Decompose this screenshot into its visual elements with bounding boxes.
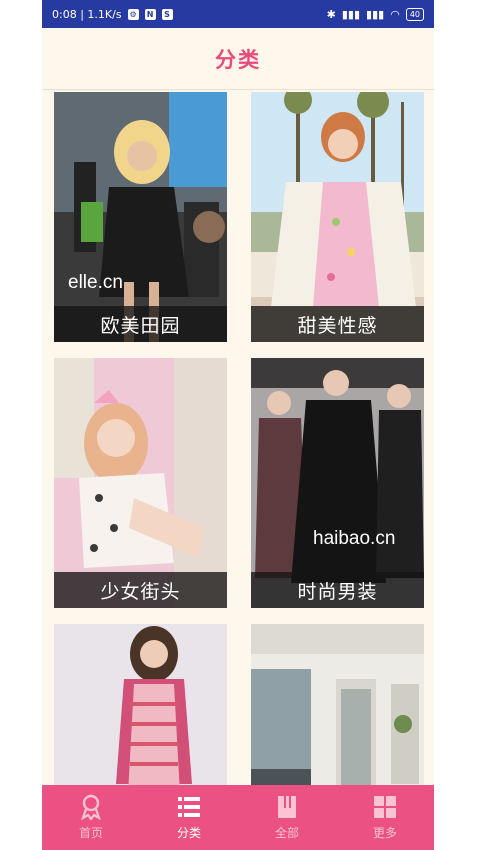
book-icon	[278, 796, 296, 818]
category-card-3[interactable]: 少女街头	[54, 358, 227, 608]
signal-icon: ▮▮▮	[341, 7, 361, 21]
svg-text:haibao.cn: haibao.cn	[313, 528, 395, 549]
signal-icon-2: ▮▮▮	[366, 7, 385, 21]
status-time: 0:08 | 1.1K/s	[52, 7, 122, 21]
app-frame: 0:08 | 1.1K/s ⚙ N S ✱ ▮▮▮ ▮▮▮ ◠ 40 分类 el…	[42, 0, 434, 850]
nav-more[interactable]: 更多	[345, 794, 425, 841]
category-card-4[interactable]: haibao.cn 时尚男装	[251, 358, 424, 608]
category-photo: haibao.cn	[251, 358, 424, 608]
nav-label: 分类	[176, 826, 201, 840]
app-notification-icon: ⚙	[127, 8, 139, 20]
status-bar: 0:08 | 1.1K/s ⚙ N S ✱ ▮▮▮ ▮▮▮ ◠ 40	[42, 0, 434, 28]
nav-all[interactable]: 全部	[247, 794, 327, 841]
nav-category[interactable]: 分类	[149, 794, 229, 841]
nav-home[interactable]: 首页	[51, 794, 131, 841]
nav-label: 更多	[372, 826, 397, 840]
app-notification-icon-3: S	[161, 8, 173, 20]
nav-label: 首页	[78, 826, 103, 840]
category-photo	[54, 358, 227, 608]
svg-text:elle.cn: elle.cn	[68, 272, 123, 293]
category-photo	[251, 92, 424, 342]
grid-icon	[374, 796, 396, 818]
nav-label: 全部	[274, 826, 299, 840]
page-title: 分类	[215, 47, 261, 72]
battery-icon: 40	[405, 7, 424, 21]
list-icon	[178, 797, 200, 817]
category-label: 甜美性感	[251, 306, 424, 342]
category-label: 欧美田园	[54, 306, 227, 342]
category-card-2[interactable]: 甜美性感	[251, 92, 424, 342]
wifi-icon: ◠	[390, 7, 400, 21]
ribbon-icon	[81, 794, 101, 820]
bottom-nav: 首页 分类 全部 更多	[42, 785, 434, 850]
app-notification-icon-2: N	[144, 8, 156, 20]
category-card-1[interactable]: elle.cn 欧美田园	[54, 92, 227, 342]
category-photo: elle.cn	[54, 92, 227, 342]
category-label: 时尚男装	[251, 572, 424, 608]
category-label: 少女街头	[54, 572, 227, 608]
bluetooth-icon: ✱	[326, 7, 336, 21]
header: 分类	[42, 28, 434, 90]
